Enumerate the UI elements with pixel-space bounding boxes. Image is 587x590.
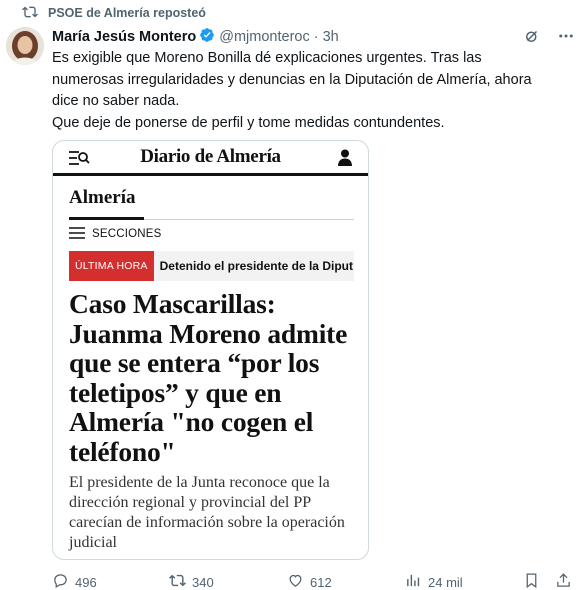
share-icon [555,572,572,590]
tweet-actions: 496 340 612 24 mil [52,570,582,590]
user-icon[interactable] [338,149,352,171]
like-button[interactable]: 612 [287,572,332,590]
section-underline [69,217,144,220]
grok-icon[interactable] [523,27,541,49]
sections-label: SECCIONES [92,228,162,240]
bookmark-button[interactable] [523,572,540,590]
tweet-text-line: Es exigible que Moreno Bonilla dé explic… [52,50,482,66]
more-icon[interactable] [557,27,575,49]
breaking-badge: ÚLTIMA HORA [69,251,154,281]
media-card[interactable]: Diario de Almería Almería SECCIONES ÚLTI… [52,140,369,560]
views-icon [405,572,422,590]
tweet-text-line: Que deje de ponerse de perfil y tome med… [52,114,445,131]
views-button[interactable]: 24 mil [405,572,463,590]
avatar[interactable] [6,27,44,65]
share-button[interactable] [555,572,572,590]
like-icon [287,572,304,590]
views-count: 24 mil [428,574,463,590]
menu-search-icon[interactable] [68,150,90,171]
reply-button[interactable]: 496 [52,572,97,590]
repost-icon [169,572,186,590]
breaking-text: Detenido el presidente de la Diput [159,259,353,273]
breaking-news-bar[interactable]: ÚLTIMA HORA Detenido el presidente de la… [69,251,354,281]
repost-indicator[interactable]: PSOE de Almería reposteó [22,4,206,22]
tweet-header: María Jesús Montero @mjmonteroc · 3h [52,27,577,47]
repost-button[interactable]: 340 [169,572,214,590]
repost-label: PSOE de Almería reposteó [48,6,206,20]
article-subhead: El presidente de la Junta reconoce que l… [69,474,345,551]
tweet-text-line: numerosas irregularidades y denuncias en… [52,71,532,88]
verified-badge-icon [196,27,215,47]
reply-count: 496 [75,574,97,590]
tweet-text: Es exigible que Moreno Bonilla dé explic… [52,48,582,134]
hamburger-icon [69,226,85,242]
sections-menu[interactable]: SECCIONES [69,225,162,243]
site-header: Diario de Almería [53,141,368,176]
repost-icon [22,4,38,23]
section-title: Almería [69,187,136,208]
tweet-text-line: dice no saber nada. [52,93,180,109]
like-count: 612 [310,574,332,590]
reply-icon [52,572,69,590]
site-brand[interactable]: Diario de Almería [140,146,281,168]
timestamp[interactable]: 3h [323,29,339,45]
repost-count: 340 [192,574,214,590]
article-headline: Caso Mascarillas: Juanma Moreno admite q… [69,288,348,467]
bookmark-icon [523,572,540,590]
author-handle[interactable]: @mjmonteroc [219,29,309,45]
author-name[interactable]: María Jesús Montero [52,29,196,45]
separator: · [313,29,319,45]
